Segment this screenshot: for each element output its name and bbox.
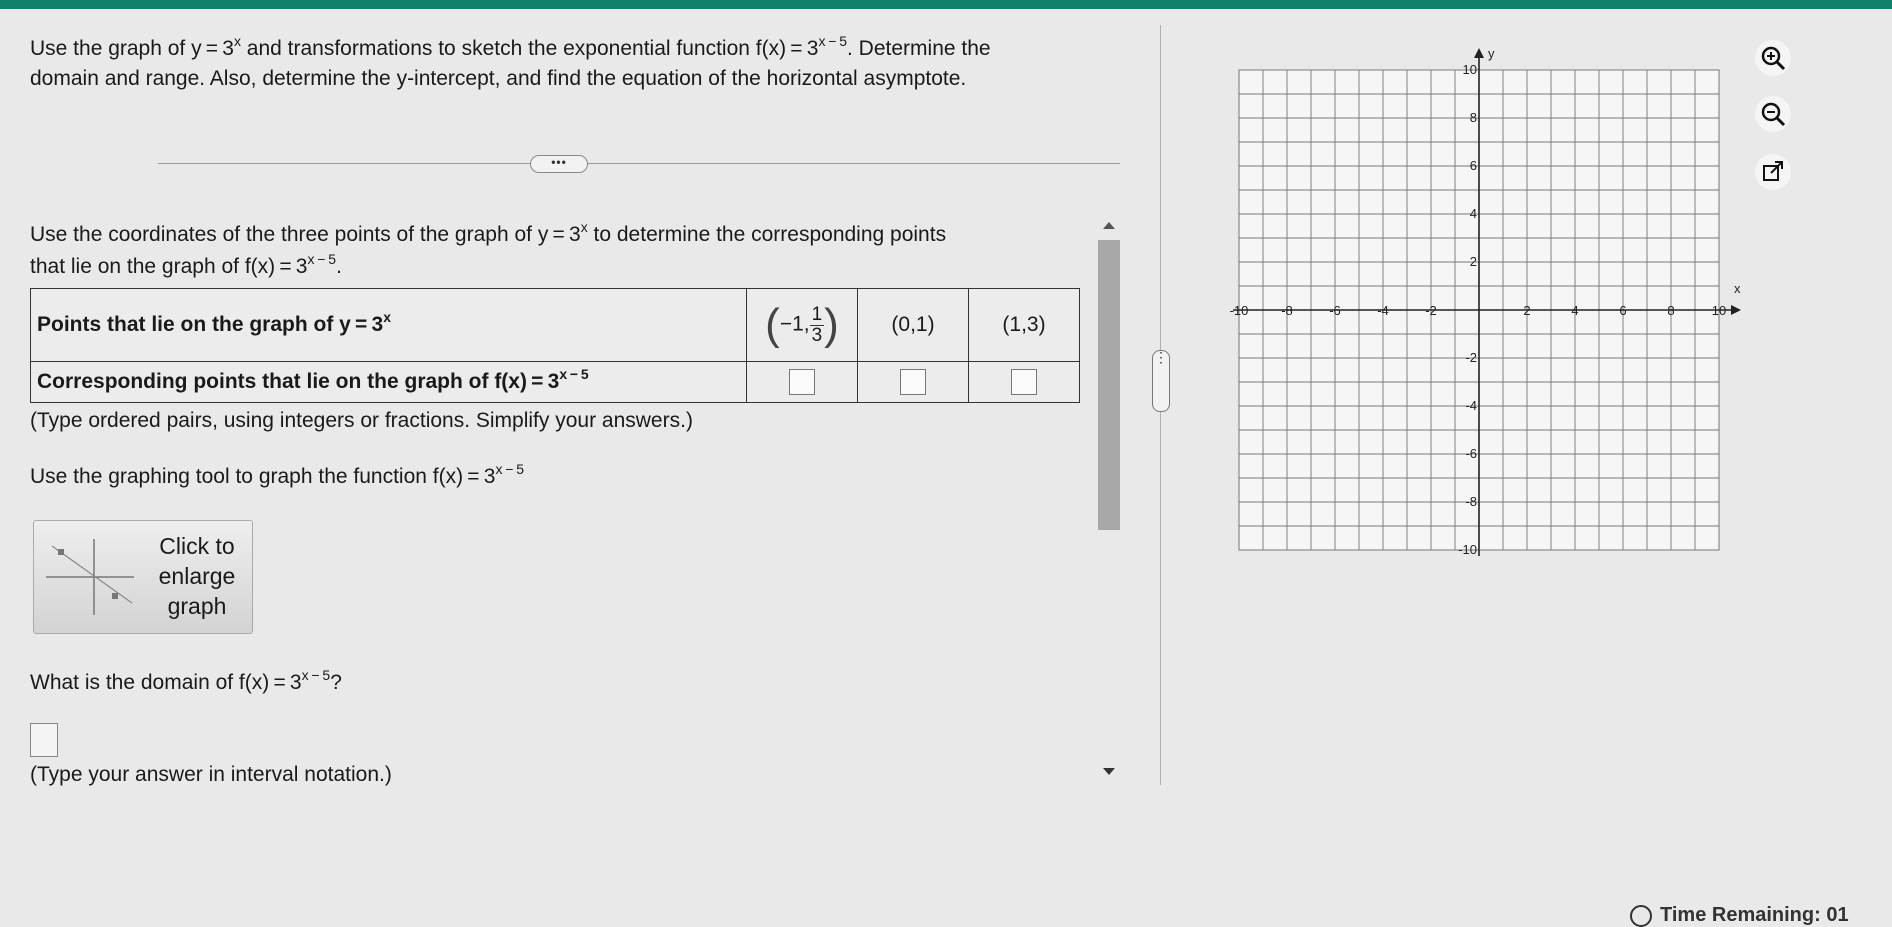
- coordinate-graph[interactable]: x y -10 -8 -6 -4 -2 2 4 6 8 10 10 8 6 4 2 -2 -4 -6 -8 -10: [1225, 40, 1755, 560]
- hint-interval-notation: (Type your answer in interval notation.): [30, 763, 392, 786]
- x-tick-label: -8: [1281, 303, 1293, 318]
- x-tick-label: -4: [1377, 303, 1389, 318]
- enlarge-graph-label: Click to enlarge graph: [158, 533, 236, 619]
- question-line-2: domain and range. Also, determine the y-…: [30, 67, 967, 90]
- point-cell-3: (1,3): [968, 288, 1080, 362]
- panel-resize-handle[interactable]: ⋮: [1152, 350, 1170, 412]
- point-cell-2: (0,1): [857, 288, 969, 362]
- answer-input-3[interactable]: [1011, 369, 1037, 395]
- domain-answer-input[interactable]: [30, 723, 58, 757]
- graph-instruction: Use the graphing tool to graph the funct…: [30, 461, 525, 488]
- y-tick-label: 2: [1470, 254, 1477, 269]
- row-label-original: Points that lie on the graph of y = 3x: [30, 288, 747, 362]
- question-line-1: Use the graph of y = 3x and transformati…: [30, 33, 991, 60]
- zoom-in-icon: [1761, 46, 1786, 71]
- part1-instruction-line-2: that lie on the graph of f(x) = 3x − 5.: [30, 251, 342, 278]
- y-tick-label: 8: [1470, 110, 1477, 125]
- x-tick-label: 4: [1571, 303, 1578, 318]
- y-tick-label: 4: [1470, 206, 1477, 221]
- zoom-in-button[interactable]: [1755, 40, 1791, 76]
- hint-ordered-pairs: (Type ordered pairs, using integers or f…: [30, 409, 693, 432]
- expand-question-button[interactable]: •••: [530, 155, 588, 173]
- x-tick-label: 6: [1619, 303, 1626, 318]
- point-cell-1: (−1, 1 3): [746, 288, 858, 362]
- y-tick-label: -2: [1465, 350, 1477, 365]
- y-tick-label: -6: [1465, 446, 1477, 461]
- x-tick-label: -6: [1329, 303, 1341, 318]
- zoom-out-button[interactable]: [1755, 96, 1791, 132]
- enlarge-graph-button[interactable]: Click to enlarge graph: [33, 520, 253, 634]
- answer-cell-2: [857, 361, 969, 403]
- y-axis-arrow-icon: [1474, 48, 1484, 58]
- scrollbar-thumb[interactable]: [1098, 240, 1120, 530]
- part1-instruction-line-1: Use the coordinates of the three points …: [30, 219, 947, 246]
- table-row: Points that lie on the graph of y = 3x (…: [30, 288, 1080, 362]
- table-row: Corresponding points that lie on the gra…: [30, 361, 1080, 403]
- points-table: Points that lie on the graph of y = 3x (…: [30, 288, 1080, 403]
- y-axis-label: y: [1488, 46, 1495, 61]
- y-tick-label: -8: [1465, 494, 1477, 509]
- answer-input-1[interactable]: [789, 369, 815, 395]
- x-tick-label: -2: [1425, 303, 1437, 318]
- domain-question: What is the domain of f(x) = 3x − 5?: [30, 667, 342, 694]
- graph-thumbnail-icon: [46, 539, 134, 615]
- y-tick-label: 6: [1470, 158, 1477, 173]
- answer-input-2[interactable]: [900, 369, 926, 395]
- open-external-button[interactable]: [1755, 154, 1791, 190]
- top-accent-bar: [0, 0, 1892, 9]
- row-label-transformed: Corresponding points that lie on the gra…: [30, 361, 747, 403]
- x-tick-label: 2: [1523, 303, 1530, 318]
- x-axis-arrow-icon: [1731, 305, 1741, 315]
- external-link-icon: [1763, 161, 1783, 181]
- x-tick-label: 8: [1667, 303, 1674, 318]
- y-tick-label: -4: [1465, 398, 1477, 413]
- x-axis-label: x: [1734, 281, 1741, 296]
- y-tick-label: -10: [1458, 542, 1477, 557]
- scroll-up-arrow[interactable]: [1103, 222, 1115, 229]
- scroll-down-arrow[interactable]: [1103, 768, 1115, 775]
- answer-cell-3: [968, 361, 1080, 403]
- x-tick-label: 10: [1712, 303, 1726, 318]
- zoom-out-icon: [1761, 102, 1786, 127]
- x-tick-label: -10: [1230, 303, 1249, 318]
- y-tick-label: 10: [1463, 62, 1477, 77]
- answer-cell-1: [746, 361, 858, 403]
- section-divider: [158, 163, 1120, 164]
